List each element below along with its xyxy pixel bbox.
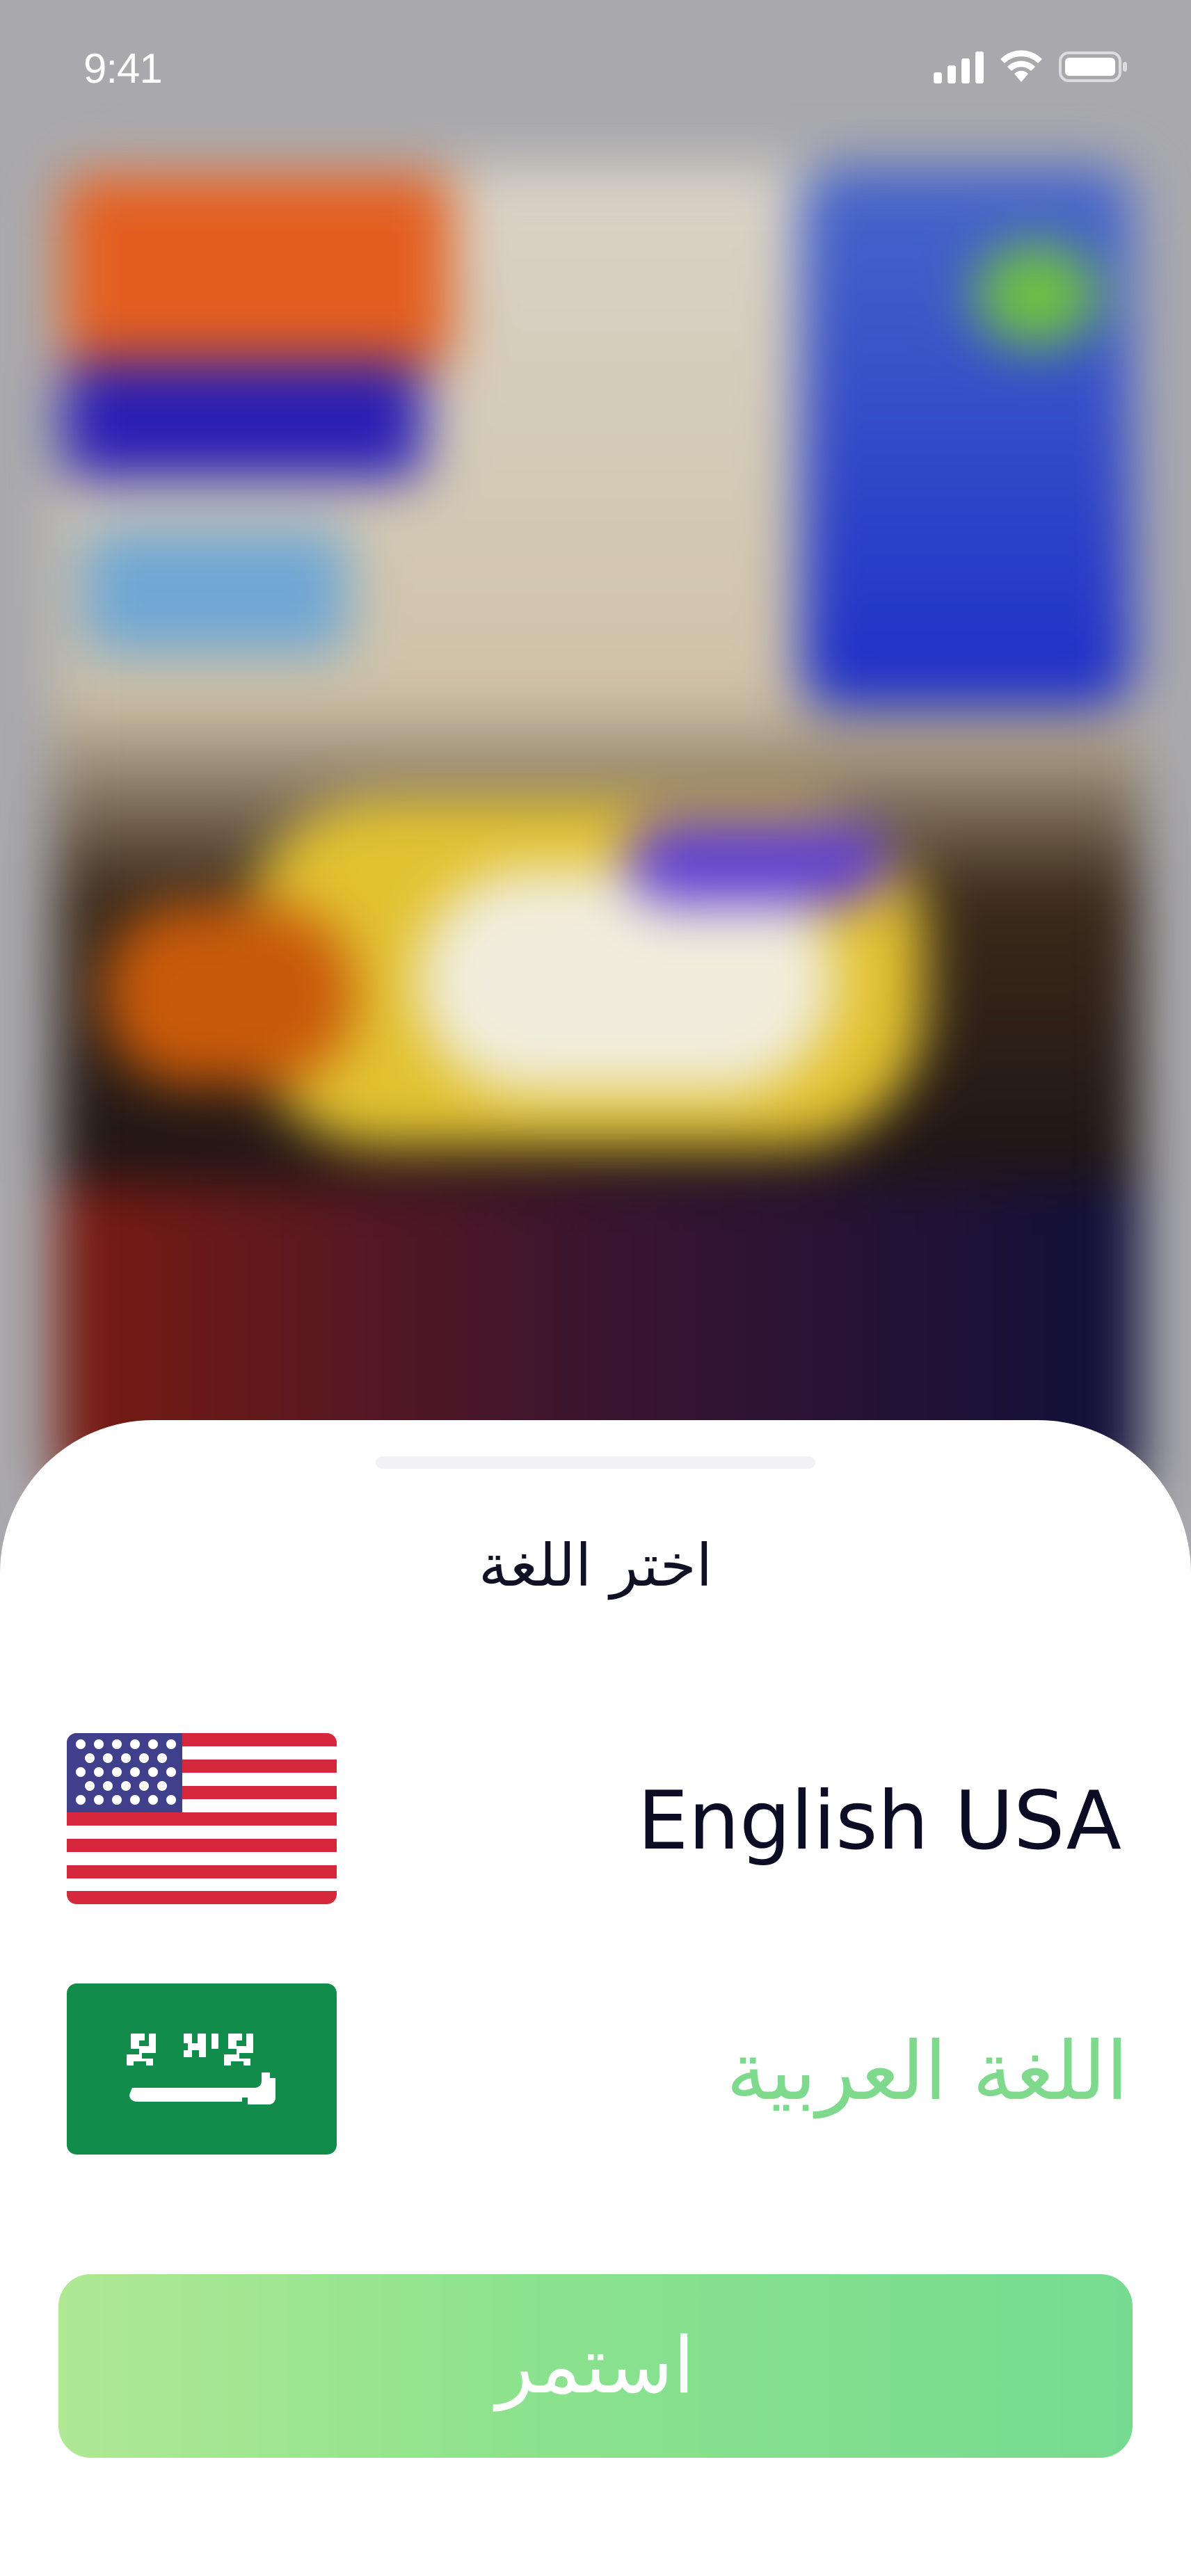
language-label-arabic: اللغة العربية: [726, 2024, 1128, 2118]
sheet-title: اختر اللغة: [479, 1531, 712, 1600]
continue-button[interactable]: استمر: [58, 2274, 1133, 2458]
signal-icon: [934, 50, 984, 83]
status-time: 9:41: [83, 45, 163, 92]
language-label-english: English USA: [637, 1774, 1121, 1868]
sheet-grabber-handle[interactable]: [376, 1456, 815, 1469]
saudi-flag-icon: [67, 1983, 337, 2155]
language-selection-screen: 9:41 اختر اللغة English USA اللغة العربي…: [0, 0, 1191, 2576]
blurred-background-image: [0, 0, 1191, 1530]
language-option-arabic[interactable]: اللغة العربية: [0, 1983, 1191, 2164]
battery-icon: [1059, 50, 1128, 83]
status-bar: 9:41: [0, 0, 1191, 139]
us-flag-icon: [67, 1733, 337, 1904]
continue-button-label: استمر: [496, 2321, 695, 2411]
language-bottom-sheet: اختر اللغة English USA اللغة العربية است…: [0, 1420, 1191, 2576]
status-icons: [934, 50, 1128, 83]
language-option-english[interactable]: English USA: [0, 1733, 1191, 1914]
wifi-icon: [999, 50, 1044, 83]
